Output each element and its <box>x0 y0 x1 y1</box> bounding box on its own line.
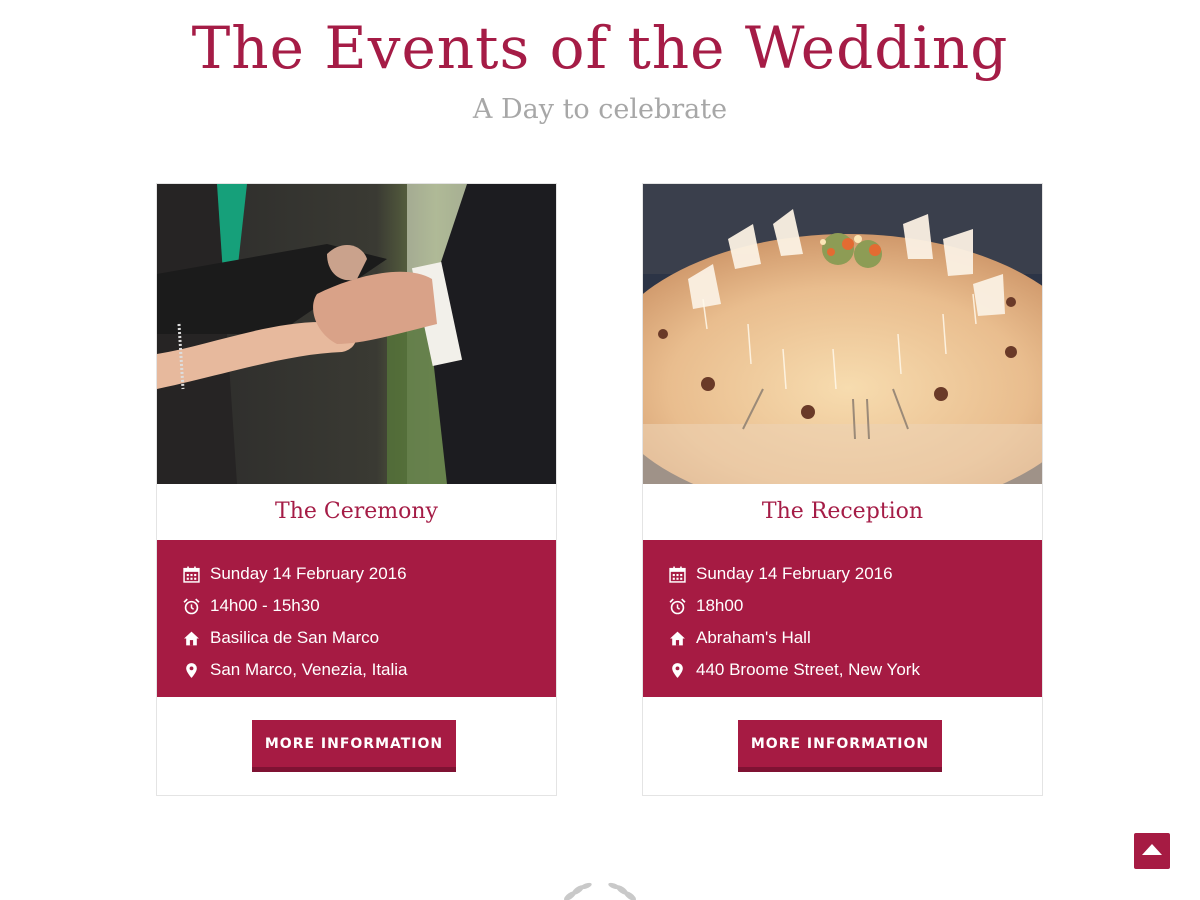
home-icon <box>669 630 686 647</box>
reception-venue-row: Abraham's Hall <box>669 622 1042 654</box>
ceremony-venue: Basilica de San Marco <box>210 628 380 647</box>
ceremony-photo <box>157 184 556 484</box>
calendar-icon <box>669 566 686 583</box>
map-pin-icon <box>669 662 686 679</box>
scroll-to-top-button[interactable] <box>1134 833 1170 869</box>
ceremony-date: Sunday 14 February 2016 <box>210 564 407 583</box>
ceremony-details: Sunday 14 February 2016 14h00 - 15h30 Ba… <box>157 540 556 697</box>
ceremony-time: 14h00 - 15h30 <box>210 596 320 615</box>
reception-details: Sunday 14 February 2016 18h00 Abraham's … <box>643 540 1042 697</box>
laurel-icon <box>556 880 644 900</box>
reception-photo <box>643 184 1042 484</box>
reception-title: The Reception <box>761 499 924 524</box>
map-pin-icon <box>183 662 200 679</box>
ceremony-venue-row: Basilica de San Marco <box>183 622 556 654</box>
ceremony-title: The Ceremony <box>275 499 438 524</box>
ceremony-more-information-button[interactable]: MORE INFORMATION <box>252 720 456 772</box>
alarm-clock-icon <box>669 597 686 615</box>
ceremony-address-row: San Marco, Venezia, Italia <box>183 654 556 686</box>
ceremony-time-row: 14h00 - 15h30 <box>183 590 556 622</box>
event-card-reception: The Reception Sunday 14 February 2016 18… <box>642 183 1043 796</box>
page-subtitle: A Day to celebrate <box>472 94 728 125</box>
calendar-icon <box>183 566 200 583</box>
ceremony-date-row: Sunday 14 February 2016 <box>183 558 556 590</box>
ceremony-address: San Marco, Venezia, Italia <box>210 660 408 679</box>
reception-date: Sunday 14 February 2016 <box>696 564 893 583</box>
event-card-ceremony: The Ceremony Sunday 14 February 2016 14h… <box>156 183 557 796</box>
reception-time-row: 18h00 <box>669 590 1042 622</box>
reception-address: 440 Broome Street, New York <box>696 660 920 679</box>
reception-venue: Abraham's Hall <box>696 628 811 647</box>
reception-date-row: Sunday 14 February 2016 <box>669 558 1042 590</box>
page-title: The Events of the Wedding <box>191 14 1009 82</box>
reception-address-row: 440 Broome Street, New York <box>669 654 1042 686</box>
reception-more-information-button[interactable]: MORE INFORMATION <box>738 720 942 772</box>
home-icon <box>183 630 200 647</box>
reception-time: 18h00 <box>696 596 744 615</box>
alarm-clock-icon <box>183 597 200 615</box>
